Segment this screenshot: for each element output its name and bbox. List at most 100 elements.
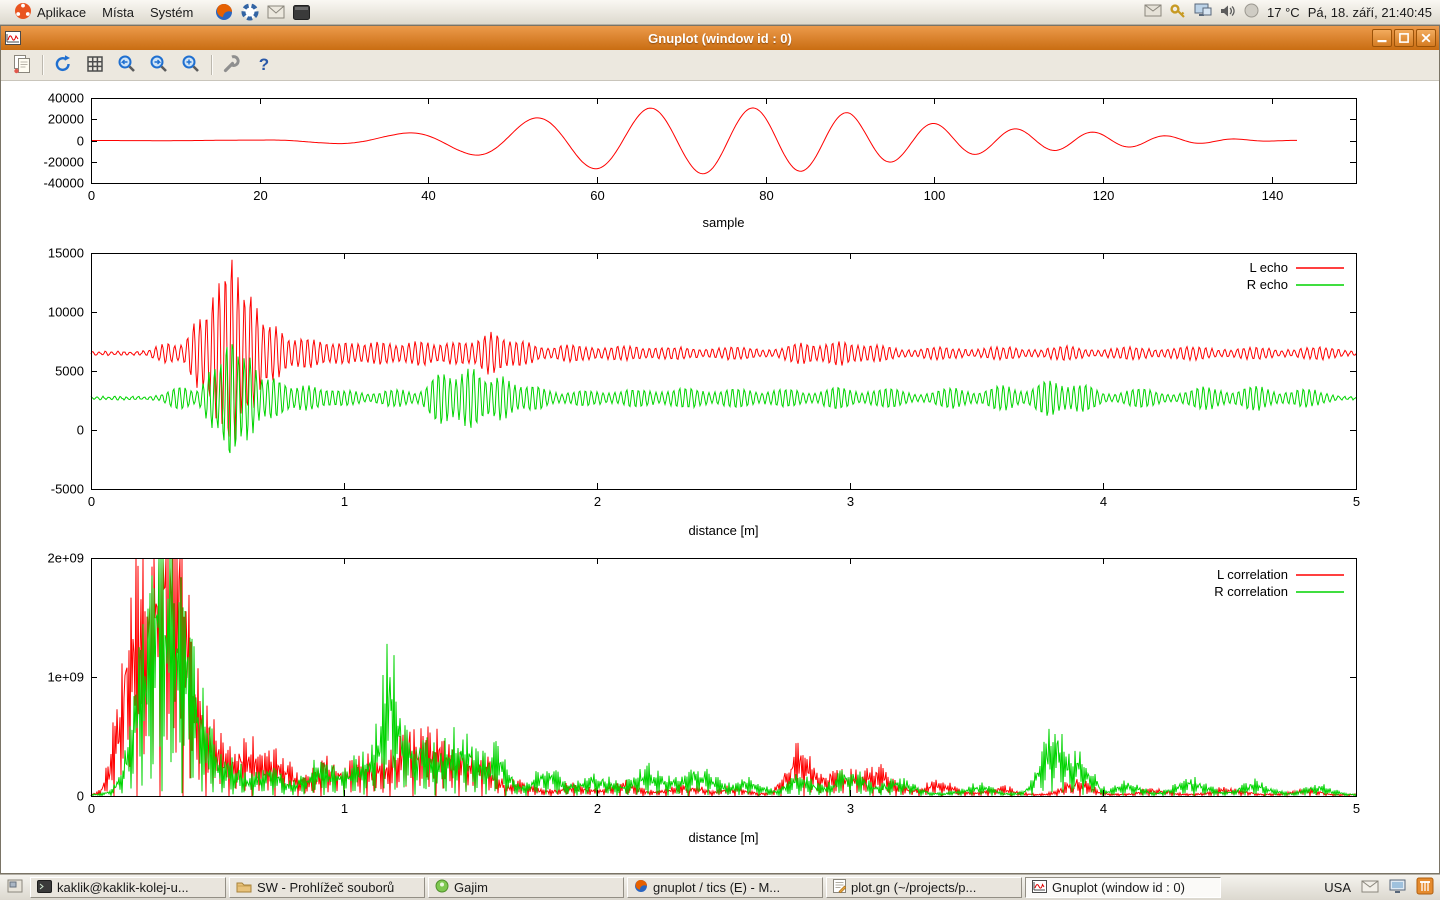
titlebar[interactable]: Gnuplot (window id : 0) bbox=[1, 26, 1439, 50]
gnuplot-icon bbox=[1032, 880, 1047, 896]
terminal-icon[interactable] bbox=[293, 5, 310, 20]
mail-notification-icon[interactable] bbox=[1144, 4, 1162, 20]
svg-text:L correlation: L correlation bbox=[1217, 567, 1288, 582]
svg-text:0: 0 bbox=[77, 423, 84, 438]
help-question-icon: ? bbox=[259, 55, 269, 75]
applications-menu-label: Aplikace bbox=[37, 5, 86, 20]
close-button[interactable] bbox=[1416, 29, 1436, 47]
svg-text:R echo: R echo bbox=[1247, 277, 1288, 292]
svg-text:0: 0 bbox=[88, 494, 95, 509]
panel-menus: Aplikace Místa Systém bbox=[6, 0, 201, 24]
autoscale-icon bbox=[181, 54, 201, 77]
help-button[interactable]: ? bbox=[252, 53, 276, 77]
mail-icon[interactable] bbox=[267, 5, 285, 19]
zoom-next-button[interactable] bbox=[147, 53, 171, 77]
svg-text:distance [m]: distance [m] bbox=[688, 830, 758, 845]
taskbar-item-editor[interactable]: plot.gn (~/projects/p... bbox=[826, 877, 1022, 898]
maximize-button[interactable] bbox=[1394, 29, 1414, 47]
zoom-previous-icon bbox=[117, 54, 137, 77]
toolbar-separator bbox=[211, 55, 212, 75]
gnuplot-window: Gnuplot (window id : 0) bbox=[0, 25, 1440, 874]
taskbar-item-firefox[interactable]: gnuplot / tics (E) - M... bbox=[627, 877, 823, 898]
svg-text:1: 1 bbox=[341, 801, 348, 816]
clock[interactable]: Pá, 18. září, 21:40:45 bbox=[1308, 5, 1432, 20]
taskbar-item-label: kaklik@kaklik-kolej-u... bbox=[57, 880, 189, 895]
svg-text:2: 2 bbox=[594, 801, 601, 816]
svg-text:1: 1 bbox=[341, 494, 348, 509]
text-editor-icon bbox=[833, 879, 846, 896]
svg-text:-5000: -5000 bbox=[51, 482, 84, 497]
firefox-icon bbox=[634, 879, 648, 896]
svg-text:40000: 40000 bbox=[48, 91, 84, 106]
svg-text:-40000: -40000 bbox=[44, 176, 84, 191]
svg-text:1e+09: 1e+09 bbox=[47, 670, 84, 685]
configure-button[interactable] bbox=[220, 53, 244, 77]
system-menu[interactable]: Systém bbox=[142, 0, 201, 24]
copy-to-clipboard-button[interactable] bbox=[10, 53, 34, 77]
weather-icon[interactable] bbox=[1244, 3, 1259, 21]
svg-text:0: 0 bbox=[77, 134, 84, 149]
taskbar-item-gajim[interactable]: Gajim bbox=[428, 877, 624, 898]
system-menu-label: Systém bbox=[150, 5, 193, 20]
taskbar-item-file-browser[interactable]: SW - Prohlížeč souborů bbox=[229, 877, 425, 898]
svg-text:100: 100 bbox=[924, 188, 946, 203]
svg-text:2e+09: 2e+09 bbox=[47, 551, 84, 566]
volume-icon[interactable] bbox=[1220, 4, 1236, 21]
svg-text:20000: 20000 bbox=[48, 112, 84, 127]
key-icon[interactable] bbox=[1170, 3, 1186, 22]
taskbar-item-terminal[interactable]: kaklik@kaklik-kolej-u... bbox=[30, 877, 226, 898]
svg-text:2: 2 bbox=[594, 494, 601, 509]
places-menu-label: Místa bbox=[102, 5, 134, 20]
taskbar-tray: USA bbox=[1324, 877, 1436, 898]
svg-text:sample: sample bbox=[703, 215, 745, 230]
taskbar-item-label: plot.gn (~/projects/p... bbox=[851, 880, 976, 895]
temperature-indicator[interactable]: 17 °C bbox=[1267, 5, 1300, 20]
taskbar-item-label: Gnuplot (window id : 0) bbox=[1052, 880, 1185, 895]
svg-text:80: 80 bbox=[759, 188, 773, 203]
svg-text:60: 60 bbox=[590, 188, 604, 203]
top-panel: Aplikace Místa Systém 17 °C Pá, 18. září… bbox=[0, 0, 1440, 25]
window-title: Gnuplot (window id : 0) bbox=[1, 31, 1439, 46]
svg-text:0: 0 bbox=[88, 188, 95, 203]
toolbar-separator bbox=[42, 55, 43, 75]
zoom-previous-button[interactable] bbox=[115, 53, 139, 77]
svg-text:0: 0 bbox=[88, 801, 95, 816]
autoscale-button[interactable] bbox=[179, 53, 203, 77]
terminal-icon bbox=[37, 880, 52, 896]
window-list: kaklik@kaklik-kolej-u... SW - Prohlížeč … bbox=[30, 877, 1308, 898]
taskbar-item-label: SW - Prohlížeč souborů bbox=[257, 880, 394, 895]
zoom-next-icon bbox=[149, 54, 169, 77]
help-icon[interactable] bbox=[241, 3, 259, 21]
svg-text:5000: 5000 bbox=[55, 364, 84, 379]
svg-text:R correlation: R correlation bbox=[1214, 584, 1288, 599]
svg-text:120: 120 bbox=[1093, 188, 1115, 203]
panel-status-area: 17 °C Pá, 18. září, 21:40:45 bbox=[1144, 3, 1434, 22]
gajim-icon bbox=[435, 879, 449, 896]
taskbar: kaklik@kaklik-kolej-u... SW - Prohlížeč … bbox=[0, 874, 1440, 900]
taskbar-item-label: Gajim bbox=[454, 880, 488, 895]
toggle-grid-button[interactable] bbox=[83, 53, 107, 77]
minimize-button[interactable] bbox=[1372, 29, 1392, 47]
display-icon[interactable] bbox=[1194, 3, 1212, 21]
svg-text:140: 140 bbox=[1262, 188, 1284, 203]
svg-text:3: 3 bbox=[847, 494, 854, 509]
taskbar-item-gnuplot[interactable]: Gnuplot (window id : 0) bbox=[1025, 877, 1221, 898]
plot-canvas[interactable]: 020406080100120140-40000-200000200004000… bbox=[1, 81, 1439, 873]
taskbar-item-label: gnuplot / tics (E) - M... bbox=[653, 880, 780, 895]
trash-icon[interactable] bbox=[1416, 877, 1434, 898]
svg-text:L echo: L echo bbox=[1249, 260, 1288, 275]
wrench-icon bbox=[222, 54, 242, 77]
places-menu[interactable]: Místa bbox=[94, 0, 142, 24]
plots-svg[interactable]: 020406080100120140-40000-200000200004000… bbox=[1, 81, 1439, 873]
applications-menu[interactable]: Aplikace bbox=[6, 0, 94, 24]
keyboard-layout-indicator[interactable]: USA bbox=[1324, 880, 1351, 895]
svg-text:distance [m]: distance [m] bbox=[688, 523, 758, 538]
show-desktop-button[interactable] bbox=[4, 878, 26, 898]
firefox-icon[interactable] bbox=[215, 3, 233, 21]
mail-icon[interactable] bbox=[1361, 880, 1379, 896]
svg-text:15000: 15000 bbox=[48, 246, 84, 261]
svg-text:-20000: -20000 bbox=[44, 155, 84, 170]
replot-button[interactable] bbox=[51, 53, 75, 77]
folder-icon bbox=[236, 880, 252, 896]
display-icon[interactable] bbox=[1389, 879, 1406, 897]
